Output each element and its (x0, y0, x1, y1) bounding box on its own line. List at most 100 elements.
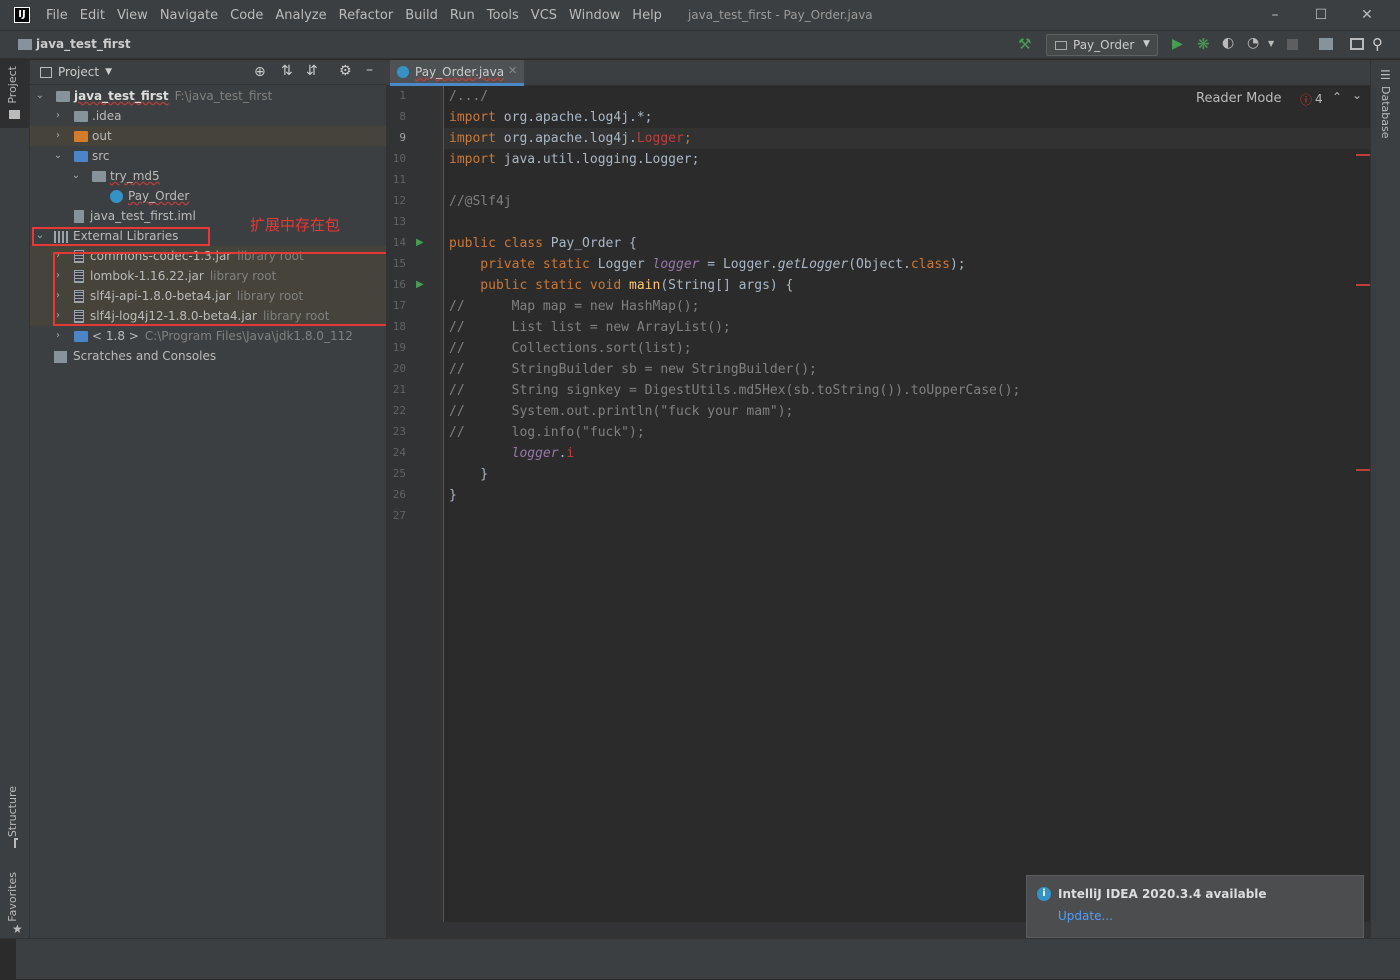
code-line: public static void main(String[] args) { (449, 278, 794, 293)
navigation-bar: java_test_first ⚒ Pay_Order ▼ ▶ ❋ ◐ ◔ ▼ … (0, 30, 1400, 59)
menu-tools[interactable]: Tools (481, 8, 525, 23)
tree-item-label: < 1.8 > (92, 329, 139, 343)
code-line: // System.out.println("fuck your mam"); (449, 404, 794, 419)
previous-highlight-icon[interactable]: ⌃ (1332, 90, 1342, 104)
menu-help[interactable]: Help (626, 8, 668, 23)
gear-icon[interactable]: ⚙ (339, 63, 352, 79)
annotation-label: 扩展中存在包 (250, 216, 341, 234)
coverage-icon[interactable]: ◐ (1222, 35, 1234, 51)
chevron-down-icon[interactable]: ⌄ (70, 166, 82, 186)
error-count[interactable]: 4 (1315, 92, 1323, 106)
breadcrumb-project[interactable]: java_test_first (36, 37, 131, 51)
run-config-icon (1055, 41, 1067, 50)
hide-panel-icon[interactable]: – (366, 62, 373, 78)
search-icon[interactable]: ⚲ (1372, 35, 1383, 53)
favorites-tool-tab[interactable]: Favorites ★ (0, 868, 29, 938)
reader-mode-button[interactable]: Reader Mode (1196, 91, 1282, 106)
maximize-icon[interactable]: ☐ (1298, 0, 1344, 30)
chevron-down-icon[interactable]: ⌄ (52, 146, 64, 166)
tree-item-hint: F:\java_test_first (174, 89, 273, 103)
debug-icon[interactable]: ❋ (1197, 35, 1210, 53)
code-line: // String signkey = DigestUtils.md5Hex(s… (449, 383, 1021, 398)
structure-tab-icon (14, 838, 18, 848)
menu-code[interactable]: Code (224, 8, 269, 23)
code-line: public class Pay_Order { (449, 236, 637, 251)
error-stripe-mark[interactable] (1356, 469, 1370, 471)
error-icon: ⓘ (1300, 93, 1313, 107)
menu-window[interactable]: Window (563, 8, 626, 23)
code-line: logger.i (449, 446, 575, 461)
code-line: } (449, 467, 489, 482)
source-folder-icon (74, 151, 88, 162)
minimize-icon[interactable]: – (1252, 0, 1298, 30)
jdk-icon (74, 331, 88, 342)
favorites-tab-label: Favorites (6, 872, 19, 922)
menu-navigate[interactable]: Navigate (154, 8, 224, 23)
menu-view[interactable]: View (111, 8, 154, 23)
tab-pay-order-java[interactable]: Pay_Order.java ✕ (390, 60, 524, 86)
intellij-logo-icon: IJ (14, 7, 30, 23)
profile-icon[interactable]: ◔ (1247, 35, 1259, 51)
next-highlight-icon[interactable]: ⌄ (1352, 88, 1362, 102)
locate-icon[interactable]: ⊕ (254, 64, 266, 80)
collapse-all-icon[interactable]: ⇵ (306, 63, 318, 79)
run-config-select[interactable]: Pay_Order ▼ (1046, 34, 1158, 56)
layout-icon[interactable] (1350, 38, 1364, 50)
error-stripe-mark[interactable] (1356, 154, 1370, 156)
tree-item-label: out (92, 129, 112, 143)
chevron-down-icon: ▼ (1143, 39, 1150, 49)
structure-tab-label: Structure (6, 786, 19, 838)
tree-item-label: .idea (92, 109, 122, 123)
close-tab-icon[interactable]: ✕ (508, 64, 517, 77)
build-hammer-icon[interactable]: ⚒ (1018, 35, 1031, 53)
tree-item-label: src (92, 149, 110, 163)
right-tool-strip: ☰ Database (1370, 60, 1400, 938)
menu-refactor[interactable]: Refactor (333, 8, 400, 23)
tree-item-label: Pay_Order (128, 189, 190, 203)
run-icon[interactable]: ▶ (1172, 36, 1183, 52)
update-notification[interactable]: i IntelliJ IDEA 2020.3.4 available Updat… (1026, 875, 1364, 938)
menu-build[interactable]: Build (399, 8, 444, 23)
structure-tool-tab[interactable]: Structure (0, 782, 29, 852)
expand-all-icon[interactable]: ⇅ (281, 63, 293, 79)
chevron-right-icon[interactable]: › (52, 106, 64, 126)
database-tab-label: Database (1379, 86, 1392, 139)
stop-icon[interactable] (1287, 39, 1298, 50)
database-tool-tab[interactable]: ☰ Database (1371, 66, 1400, 146)
chevron-right-icon[interactable]: › (52, 326, 64, 346)
menu-run[interactable]: Run (444, 8, 481, 23)
project-tool-tab[interactable]: Project (0, 60, 29, 128)
tree-item-label: try_md5 (110, 169, 160, 183)
project-panel-header: Project ▼ ⊕ ⇅ ⇵ ⚙ – (30, 60, 386, 85)
scratches-icon (54, 350, 67, 363)
notification-title: IntelliJ IDEA 2020.3.4 available (1058, 887, 1267, 901)
code-line: } (449, 488, 457, 503)
info-icon: i (1037, 887, 1051, 901)
error-stripe-mark[interactable] (1356, 284, 1370, 286)
chevron-down-icon[interactable]: ⌄ (34, 86, 46, 106)
code-line: // Collections.sort(list); (449, 341, 692, 356)
tree-item-label: Scratches and Consoles (73, 349, 217, 363)
editor-tab-bar: Pay_Order.java ✕ (386, 60, 1370, 86)
tab-label: Pay_Order.java (415, 65, 505, 79)
run-config-label: Pay_Order (1073, 38, 1135, 52)
project-folder-icon (18, 39, 32, 50)
tree-item-label: java_test_first (74, 89, 169, 103)
chevron-down-icon[interactable]: ▼ (105, 67, 112, 77)
close-icon[interactable]: ✕ (1344, 0, 1390, 30)
annotation-box-jars (53, 252, 409, 326)
project-structure-icon[interactable] (1319, 38, 1333, 50)
menu-vcs[interactable]: VCS (525, 8, 563, 23)
update-link[interactable]: Update... (1058, 909, 1113, 923)
status-bar-strip (0, 939, 16, 980)
more-run-chevron-icon[interactable]: ▼ (1268, 39, 1274, 48)
code-line: import org.apache.log4j.Logger; (449, 131, 692, 146)
chevron-right-icon[interactable]: › (52, 126, 64, 146)
menu-file[interactable]: File (40, 8, 74, 23)
code-area[interactable]: /.../ import org.apache.log4j.*; import … (386, 86, 1370, 938)
menu-edit[interactable]: Edit (74, 8, 111, 23)
project-view-title[interactable]: Project (58, 65, 99, 79)
menu-analyze[interactable]: Analyze (269, 8, 332, 23)
java-class-icon (110, 190, 123, 203)
code-editor[interactable]: Pay_Order.java ✕ 1 8 9 10 11 12 13 14 15… (386, 60, 1370, 938)
